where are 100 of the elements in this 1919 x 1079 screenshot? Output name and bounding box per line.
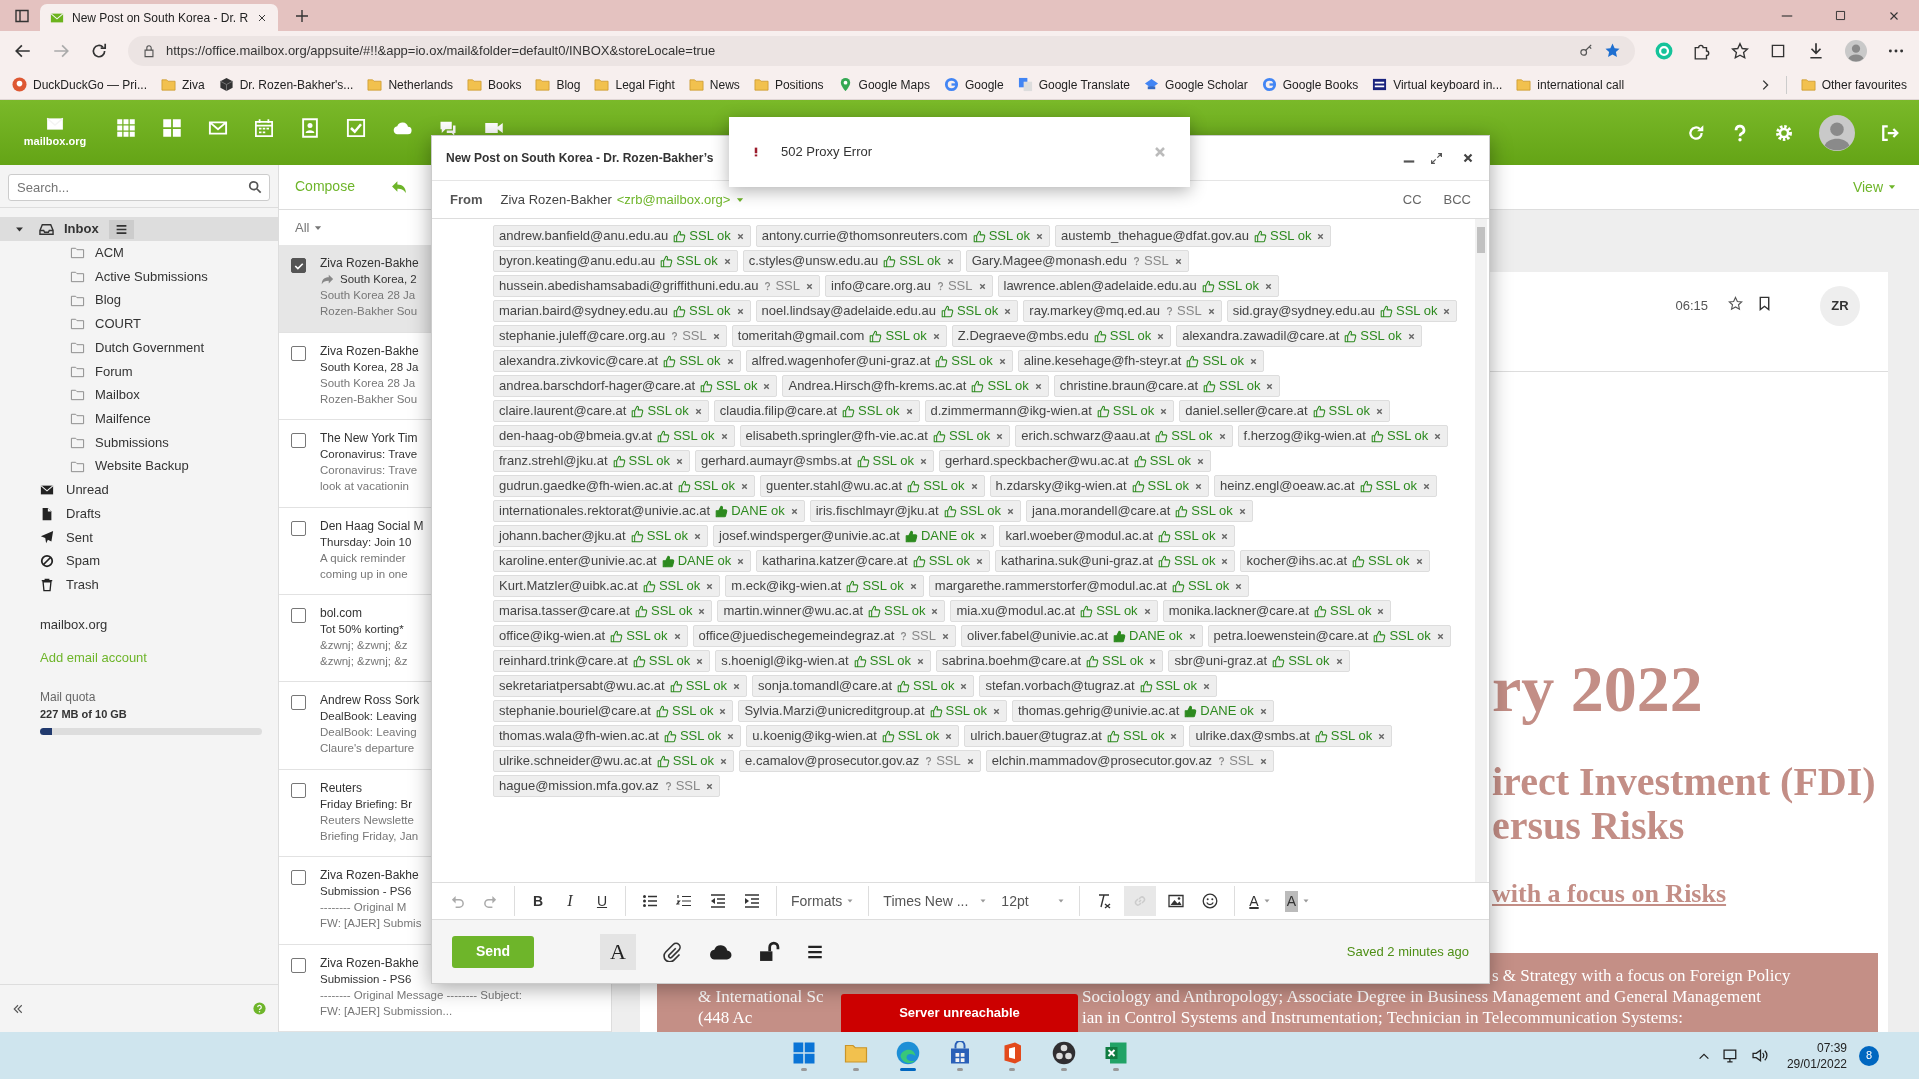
- status-label: SSL ok: [1171, 427, 1213, 446]
- status-label: SSL ok: [628, 452, 670, 471]
- status-label: SSL ok: [1191, 502, 1233, 521]
- email-address: monika.lackner@care.at: [1168, 602, 1309, 621]
- email-address: oliver.fabel@univie.ac.at: [967, 627, 1109, 646]
- status-label: SSL ok: [948, 427, 991, 446]
- email-address: katharina.suk@uni-graz.at: [1001, 552, 1153, 571]
- message-preview: Rozen-Bakher Sou: [320, 304, 418, 320]
- message-preview: look at vacationin: [320, 479, 409, 495]
- email-address: e.camalov@prosecutor.gov.az: [745, 752, 920, 771]
- sender-avatar: ZR: [1820, 286, 1860, 326]
- email-address: elisabeth.springler@fh-vie.ac.at: [745, 427, 928, 446]
- email-address: ulrich.bauer@tugraz.at: [970, 727, 1102, 746]
- status-label: DANE ok: [1200, 702, 1254, 721]
- status-label: SSL ok: [716, 377, 758, 396]
- message-subject: Coronavirus: Trave: [320, 447, 418, 463]
- status-label: SSL ok: [1102, 652, 1144, 671]
- status-label: SSL ok: [885, 327, 927, 346]
- email-address: c.styles@unsw.edu.au: [748, 252, 879, 271]
- email-address: aline.kesehage@fh-steyr.at: [1023, 352, 1182, 371]
- banner-text: & International Sc: [698, 987, 824, 1006]
- status-label: SSL ok: [1389, 627, 1431, 646]
- status-label: SSL ok: [671, 702, 714, 721]
- status-label: SSL ok: [679, 727, 722, 746]
- status-label: SSL ok: [1096, 602, 1138, 621]
- email-address: elchin.mammadov@prosecutor.gov.az: [991, 752, 1213, 771]
- email-address: lawrence.ablen@adelaide.edu.au: [1003, 277, 1197, 296]
- status-label: SSL ok: [1395, 302, 1438, 321]
- banner-text: ian in Control Systems and Instrumentation; Technician in Telecommunication Systems:: [1082, 1007, 1683, 1028]
- email-address: office@juedischegemeindegraz.at: [698, 627, 895, 646]
- status-label: SSL: [682, 327, 707, 346]
- status-label: SSL ok: [951, 352, 993, 371]
- email-address: franz.strehl@jku.at: [499, 452, 608, 471]
- message-subject: South Korea, 2: [340, 272, 417, 288]
- message-preview: coming up in one: [320, 566, 408, 582]
- status-label: DANE ok: [677, 552, 732, 571]
- email-address: margarethe.rammerstorfer@modul.ac.at: [934, 577, 1167, 596]
- sender-name: Reuters: [320, 779, 363, 796]
- banner-text: s & Strategy with a focus on Foreign Policy: [1492, 965, 1791, 986]
- status-label: SSL ok: [987, 377, 1029, 396]
- email-address: christine.braun@care.at: [1059, 377, 1199, 396]
- clock-date: 29/01/2022: [1786, 1055, 1847, 1072]
- email-address: thomas.gehrig@univie.ac.at: [1017, 702, 1180, 721]
- status-label: DANE ok: [920, 527, 975, 546]
- message-subject: South Korea, 28 Ja: [320, 359, 419, 375]
- sender-name: Ziva Rozen-Bakhe: [320, 954, 419, 971]
- message-subject: Submission - PS6: [320, 971, 412, 987]
- status-label: SSL ok: [956, 302, 999, 321]
- server-error-toast: Server unreachable: [841, 994, 1078, 1032]
- banner-text: Sociology and Anthropology; Associate Degree in Business Management and General Management: [1082, 986, 1761, 1007]
- message-subject: Thursday: Join 10: [320, 534, 412, 550]
- email-heading: ry 2022: [1492, 652, 1703, 725]
- status-label: SSL ok: [1109, 327, 1152, 346]
- status-label: SSL: [675, 777, 701, 796]
- email-address: karl.woeber@modul.ac.at: [1005, 527, 1154, 546]
- status-label: SSL: [775, 277, 800, 296]
- status-label: SSL ok: [988, 227, 1031, 246]
- status-label: SSL ok: [959, 502, 1002, 521]
- email-address: office@ikg-wien.at: [499, 627, 606, 646]
- message-preview: Rozen-Bakher Sou: [320, 391, 418, 407]
- email-address: ulrike.schneider@wu.ac.at: [499, 752, 652, 771]
- status-label: SSL ok: [648, 652, 691, 671]
- email-address: gerhard.aumayr@smbs.at: [701, 452, 852, 471]
- status-label: SSL ok: [676, 252, 718, 271]
- email-address: guenter.stahl@wu.ac.at: [766, 477, 903, 496]
- email-address: iris.fischlmayr@jku.at: [815, 502, 939, 521]
- status-label: SSL ok: [689, 302, 731, 321]
- banner-text: (448 Ac: [698, 1008, 753, 1027]
- email-address: byron.keating@anu.edu.au: [499, 252, 656, 271]
- email-address: andrea.barschdorf-hager@care.at: [499, 377, 696, 396]
- email-address: Z.Degraeve@mbs.edu: [957, 327, 1089, 346]
- status-label: SSL ok: [945, 702, 987, 721]
- message-subject: Friday Briefing: Br: [320, 796, 413, 812]
- email-address: sbr@uni-graz.at: [1174, 652, 1268, 671]
- window-title: New Post on South Korea - Dr. Rozen-Bakher’s: [446, 150, 714, 167]
- status-label: SSL ok: [897, 727, 940, 746]
- status-label: SSL ok: [1375, 477, 1418, 496]
- status-label: SSL ok: [1187, 577, 1230, 596]
- status-label: SSL ok: [1217, 277, 1260, 296]
- email-address: sid.gray@sydney.edu.au: [1232, 302, 1375, 321]
- email-address: jana.morandell@care.at: [1032, 502, 1171, 521]
- status-label: SSL ok: [1360, 327, 1402, 346]
- email-address: thomas.wala@fh-wien.ac.at: [499, 727, 659, 746]
- status-label: SSL: [1177, 302, 1202, 321]
- status-label: SSL ok: [1288, 652, 1330, 671]
- message-preview: FW: [AJER] Submission...: [320, 1003, 453, 1019]
- status-label: SSL ok: [1368, 552, 1410, 571]
- status-label: SSL ok: [1386, 427, 1429, 446]
- email-address: sabrina.boehm@care.at: [942, 652, 1081, 671]
- email-address: mia.xu@modul.ac.at: [956, 602, 1076, 621]
- folder-label: Inbox: [64, 220, 99, 239]
- email-address: antony.currie@thomsonreuters.com: [761, 227, 968, 246]
- message-preview: &zwnj; &zwnj; &z: [320, 654, 408, 669]
- email-address: stefan.vorbach@tugraz.at: [985, 677, 1135, 696]
- email-address: heinz.engl@oeaw.ac.at: [1220, 477, 1355, 496]
- email-address: f.herzog@ikg-wien.at: [1243, 427, 1366, 446]
- status-label: SSL ok: [884, 602, 926, 621]
- email-address: sonja.tomandl@care.at: [758, 677, 892, 696]
- email-address: stephanie.juleff@care.org.au: [499, 327, 666, 346]
- status-label: SSL ok: [872, 452, 914, 471]
